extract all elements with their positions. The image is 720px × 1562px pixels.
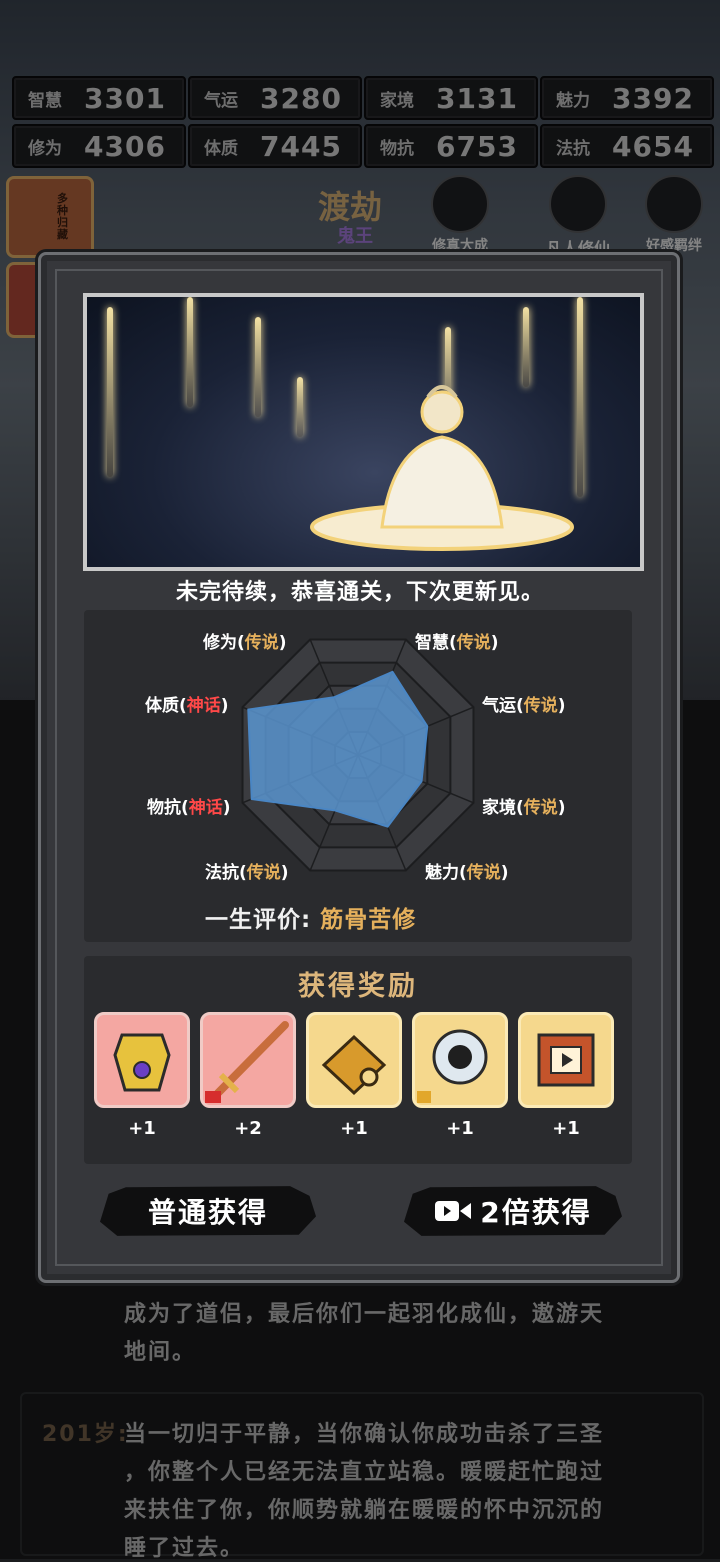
radar-label-phys-resist: 物抗(神话) [147, 798, 231, 818]
sword-fragment-icon [205, 1021, 289, 1103]
radar-label-wisdom: 智慧(传说) [415, 633, 499, 653]
radar-label-magic-resist: 法抗(传说) [205, 863, 289, 883]
radar-attr-level: 神话 [188, 798, 223, 818]
radar-label-cultivation: 修为(传说) [203, 633, 287, 653]
radar-attr-level: 传说 [244, 633, 279, 653]
reward-qty: +1 [446, 1118, 474, 1139]
reward-title: 获得奖励 [298, 971, 418, 1002]
reward-item-golden-armor[interactable] [94, 1012, 190, 1108]
light-streak [255, 317, 261, 417]
evaluation-label: 一生评价: [205, 907, 312, 933]
radar-attr-name: 体质 [145, 696, 179, 716]
claim-double-button[interactable]: 2倍获得 [404, 1184, 622, 1238]
reward-qty: +1 [340, 1118, 368, 1139]
radar-attr-level: 传说 [246, 863, 281, 883]
life-evaluation: 一生评价: 筋骨苦修 [205, 900, 416, 934]
reward-item-orb-fragment[interactable] [412, 1012, 508, 1108]
reward-qty: +1 [552, 1118, 580, 1139]
radar-attr-name: 气运 [482, 696, 516, 716]
orb-fragment-icon [417, 1029, 488, 1103]
attribute-radar-chart [241, 638, 475, 872]
evaluation-value: 筋骨苦修 [320, 907, 417, 933]
video-scroll-icon [537, 1033, 595, 1087]
radar-attr-level: 传说 [523, 798, 558, 818]
ascension-scene-image [83, 293, 644, 571]
radar-attr-level: 传说 [456, 633, 491, 653]
radar-label-luck: 气运(传说) [482, 696, 566, 716]
claim-normal-label: 普通获得 [147, 1196, 268, 1229]
claim-normal-button[interactable]: 普通获得 [100, 1184, 316, 1238]
ending-caption: 未完待续，恭喜通关，下次更新见。 [175, 580, 544, 605]
reward-qty: +2 [234, 1118, 262, 1139]
golden-armor-icon [113, 1033, 171, 1092]
radar-attr-level: 神话 [186, 696, 221, 716]
radar-label-family: 家境(传说) [482, 798, 566, 818]
video-camera-icon [434, 1198, 472, 1224]
radar-attr-name: 物抗 [147, 798, 181, 818]
radar-attr-name: 家境 [482, 798, 516, 818]
radar-label-charm: 魅力(传说) [425, 863, 509, 883]
radar-attr-name: 法抗 [205, 863, 239, 883]
light-streak [107, 307, 113, 477]
reward-item-puzzle-piece[interactable] [306, 1012, 402, 1108]
radar-attr-level: 传说 [523, 696, 558, 716]
radar-attr-name: 修为 [203, 633, 237, 653]
reward-qty: +1 [128, 1118, 156, 1139]
radar-label-physique: 体质(神话) [145, 696, 229, 716]
radar-attr-name: 魅力 [425, 863, 459, 883]
light-streak [187, 297, 193, 407]
claim-double-label: 2倍获得 [480, 1196, 592, 1229]
radar-attr-level: 传说 [466, 863, 501, 883]
reward-item-video-scroll[interactable] [518, 1012, 614, 1108]
puzzle-piece-icon [321, 1034, 387, 1096]
reward-item-sword-fragment[interactable] [200, 1012, 296, 1108]
meditating-immortal-figure [310, 385, 574, 551]
radar-attr-name: 智慧 [415, 633, 449, 653]
